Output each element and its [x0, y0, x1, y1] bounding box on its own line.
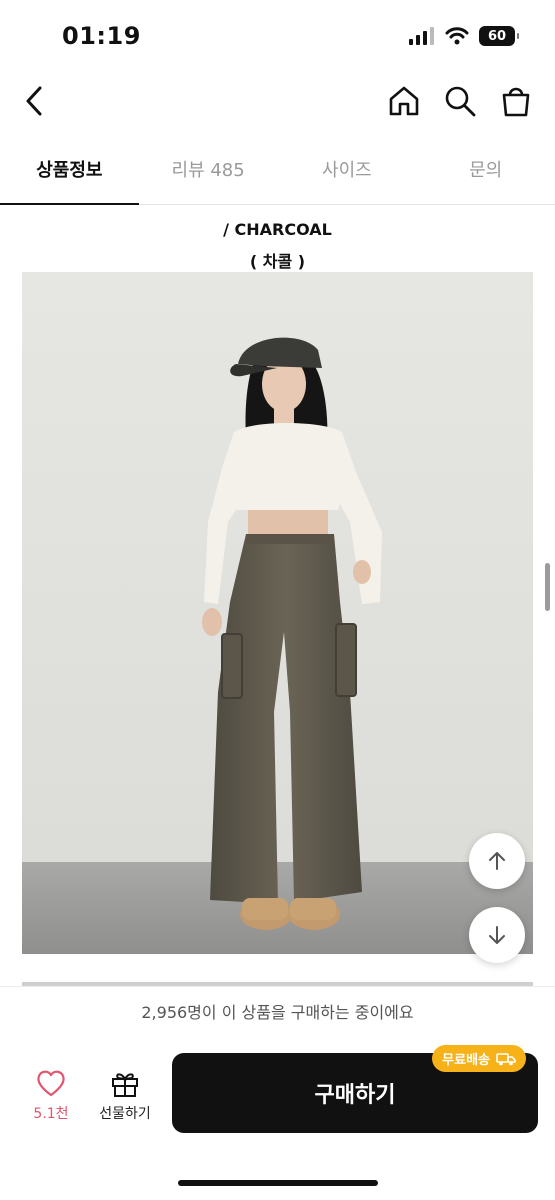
- gift-button[interactable]: 선물하기: [92, 1069, 158, 1131]
- color-name-korean: ( 차콜 ): [249, 252, 306, 271]
- arrow-down-icon: [489, 926, 505, 944]
- scroll-up-button[interactable]: [469, 833, 525, 889]
- gift-label: 선물하기: [99, 1106, 151, 1122]
- bottom-action-bar: 5.1천 선물하기 구매하기 무료배송: [0, 1039, 555, 1200]
- cellular-signal-icon: [409, 27, 434, 45]
- arrow-up-icon: [489, 852, 505, 870]
- truck-icon: [496, 1052, 516, 1065]
- nav-bar: [0, 70, 555, 134]
- battery-indicator: 60: [479, 26, 519, 46]
- like-button[interactable]: 5.1천: [22, 1069, 80, 1131]
- free-shipping-badge: 무료배송: [432, 1045, 526, 1072]
- tab-product-info[interactable]: 상품정보: [0, 140, 139, 205]
- search-icon[interactable]: [443, 84, 477, 118]
- buy-button[interactable]: 구매하기 무료배송: [172, 1045, 538, 1133]
- heart-icon: [37, 1070, 65, 1097]
- status-time: 01:19: [62, 22, 141, 50]
- model-illustration: [22, 272, 533, 954]
- home-icon[interactable]: [387, 84, 421, 118]
- tab-inquiry[interactable]: 문의: [416, 140, 555, 204]
- buying-now-banner: 2,956명이 이 상품을 구매하는 중이에요: [0, 986, 555, 1040]
- buy-button-label: 구매하기: [314, 1083, 396, 1108]
- product-photo: [22, 272, 533, 954]
- free-shipping-label: 무료배송: [442, 1053, 490, 1068]
- back-icon[interactable]: [18, 84, 52, 118]
- like-count: 5.1천: [33, 1106, 69, 1122]
- status-bar: 01:19 60: [0, 0, 555, 70]
- tab-reviews[interactable]: 리뷰 485: [139, 140, 278, 204]
- home-indicator: [178, 1180, 378, 1186]
- scrollbar[interactable]: [545, 563, 550, 611]
- gift-icon: [112, 1073, 138, 1097]
- nav-actions: [387, 84, 533, 118]
- battery-level: 60: [487, 28, 507, 44]
- system-icons: 60: [409, 26, 519, 46]
- color-name: / CHARCOAL: [223, 220, 332, 239]
- product-tabs: 상품정보 리뷰 485 사이즈 문의: [0, 140, 555, 205]
- shopping-bag-icon[interactable]: [499, 84, 533, 118]
- wifi-icon: [445, 27, 469, 45]
- tab-size[interactable]: 사이즈: [278, 140, 417, 204]
- scroll-down-button[interactable]: [469, 907, 525, 963]
